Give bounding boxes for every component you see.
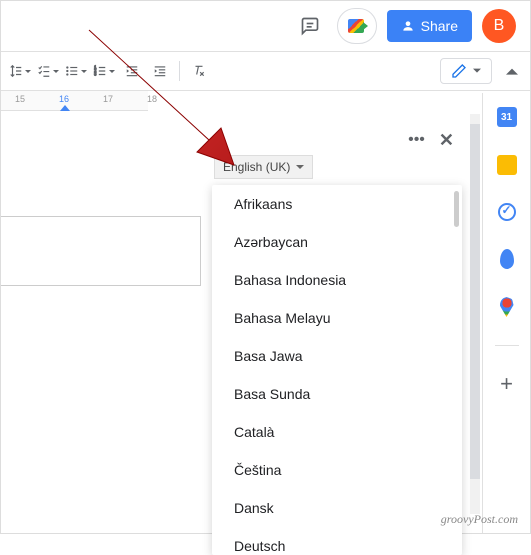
share-label: Share	[421, 18, 458, 34]
ruler-mark: 18	[147, 94, 157, 104]
decrease-indent-button[interactable]	[119, 57, 145, 85]
pencil-icon	[451, 63, 467, 79]
side-separator	[495, 345, 519, 346]
editing-mode-button[interactable]	[440, 58, 492, 84]
main-scrollbar-track[interactable]	[470, 114, 480, 514]
bullet-list-icon	[65, 64, 79, 78]
language-option[interactable]: Bahasa Indonesia	[212, 261, 462, 299]
document-page-edge	[1, 216, 201, 286]
language-option[interactable]: Azərbaycan	[212, 223, 462, 261]
increase-indent-icon	[153, 64, 167, 78]
language-panel: ••• ✕ English (UK) Afrikaans Azərbaycan …	[212, 125, 462, 555]
checklist-button[interactable]	[35, 57, 61, 85]
language-option[interactable]: Deutsch	[212, 527, 462, 555]
language-option[interactable]: Čeština	[212, 451, 462, 489]
hide-menus-button[interactable]	[500, 59, 524, 83]
document-workspace: ••• ✕ English (UK) Afrikaans Azərbaycan …	[1, 111, 530, 541]
ruler-mark: 16	[59, 94, 69, 104]
line-spacing-button[interactable]	[7, 57, 33, 85]
selected-language-label: English (UK)	[223, 160, 290, 174]
clear-formatting-button[interactable]	[186, 57, 212, 85]
user-avatar[interactable]: B	[482, 9, 516, 43]
add-addon-button[interactable]: +	[497, 374, 517, 394]
share-button[interactable]: Share	[387, 10, 472, 42]
horizontal-ruler[interactable]: 15 16 17 18	[1, 91, 148, 111]
dropdown-scrollbar[interactable]	[454, 191, 459, 227]
ruler-mark: 17	[103, 94, 113, 104]
language-dropdown-button[interactable]: English (UK)	[214, 155, 313, 179]
ruler-mark: 15	[15, 94, 25, 104]
keep-icon[interactable]	[497, 155, 517, 175]
close-button[interactable]: ✕	[439, 130, 454, 151]
chevron-up-icon	[506, 65, 518, 77]
language-option[interactable]: Bahasa Melayu	[212, 299, 462, 337]
language-dropdown-list: Afrikaans Azərbaycan Bahasa Indonesia Ba…	[212, 185, 462, 555]
increase-indent-button[interactable]	[147, 57, 173, 85]
chevron-down-icon	[473, 67, 481, 75]
main-scrollbar-thumb[interactable]	[470, 124, 480, 479]
svg-text:3: 3	[94, 72, 97, 77]
decrease-indent-icon	[125, 64, 139, 78]
numbered-list-button[interactable]: 123	[91, 57, 117, 85]
language-option[interactable]: Basa Sunda	[212, 375, 462, 413]
numbered-list-icon: 123	[93, 64, 107, 78]
formatting-toolbar: 123	[1, 51, 530, 91]
app-header: Share B	[1, 1, 530, 51]
calendar-icon[interactable]: 31	[497, 107, 517, 127]
clear-format-icon	[192, 64, 206, 78]
checklist-icon	[37, 64, 51, 78]
side-panel: 31 +	[482, 93, 530, 533]
contacts-icon[interactable]	[500, 249, 514, 269]
comment-icon	[300, 16, 320, 36]
comment-history-button[interactable]	[293, 9, 327, 43]
tasks-icon[interactable]	[498, 203, 516, 221]
language-panel-header: ••• ✕	[212, 125, 462, 155]
calendar-day: 31	[501, 112, 512, 123]
line-spacing-icon	[9, 64, 23, 78]
language-option[interactable]: Afrikaans	[212, 185, 462, 223]
language-option[interactable]: Català	[212, 413, 462, 451]
toolbar-separator	[179, 61, 180, 81]
meet-icon	[348, 19, 364, 33]
language-option[interactable]: Basa Jawa	[212, 337, 462, 375]
person-add-icon	[401, 19, 415, 33]
more-options-button[interactable]: •••	[408, 131, 425, 149]
meet-button[interactable]	[337, 8, 377, 44]
maps-icon[interactable]	[500, 297, 514, 317]
avatar-initial: B	[494, 17, 505, 35]
language-option[interactable]: Dansk	[212, 489, 462, 527]
watermark: groovyPost.com	[441, 512, 518, 527]
bullet-list-button[interactable]	[63, 57, 89, 85]
